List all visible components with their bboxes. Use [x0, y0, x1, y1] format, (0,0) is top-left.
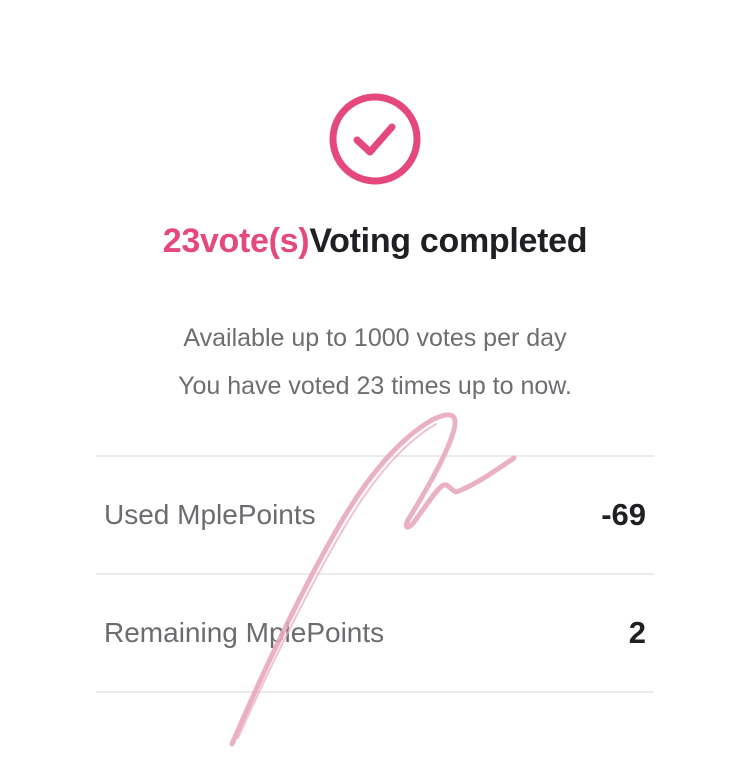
- voting-result-title: 23vote(s)Voting completed: [0, 222, 750, 261]
- remaining-points-value: 2: [628, 615, 646, 650]
- used-points-row: Used MplePoints -69: [96, 457, 654, 573]
- check-circle-icon: [328, 92, 422, 186]
- points-summary: Used MplePoints -69 Remaining MplePoints…: [96, 455, 654, 693]
- used-points-label: Used MplePoints: [104, 499, 316, 530]
- vote-count: 23vote(s): [162, 222, 310, 260]
- remaining-points-label: Remaining MplePoints: [104, 617, 385, 648]
- divider: [96, 691, 654, 693]
- voting-status: Voting completed: [309, 222, 588, 260]
- remaining-points-row: Remaining MplePoints 2: [96, 575, 654, 691]
- votes-so-far-text: You have voted 23 times up to now.: [178, 372, 572, 400]
- daily-limit-text: Available up to 1000 votes per day: [183, 324, 567, 352]
- vote-result-page: 23vote(s)Voting completed Available up t…: [0, 0, 750, 758]
- used-points-value: -69: [601, 497, 646, 532]
